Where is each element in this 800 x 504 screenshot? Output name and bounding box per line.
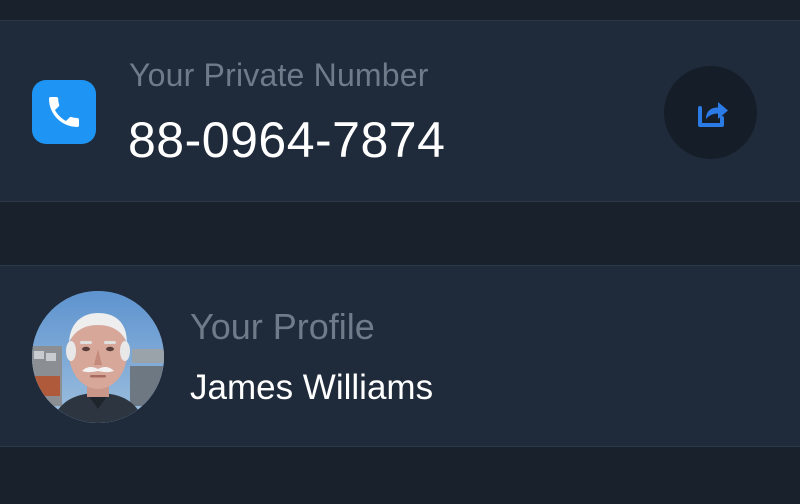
- profile-row[interactable]: Your Profile James Williams: [0, 265, 800, 447]
- profile-name: James Williams: [190, 368, 434, 407]
- private-number-row: Your Private Number 88-0964-7874: [0, 20, 800, 202]
- phone-icon: [32, 80, 96, 144]
- avatar: [32, 291, 164, 423]
- profile-label: Your Profile: [190, 306, 375, 347]
- private-number-label: Your Private Number: [129, 57, 429, 93]
- share-icon: [697, 101, 728, 127]
- private-number-value: 88-0964-7874: [128, 112, 446, 168]
- share-button[interactable]: [664, 66, 757, 159]
